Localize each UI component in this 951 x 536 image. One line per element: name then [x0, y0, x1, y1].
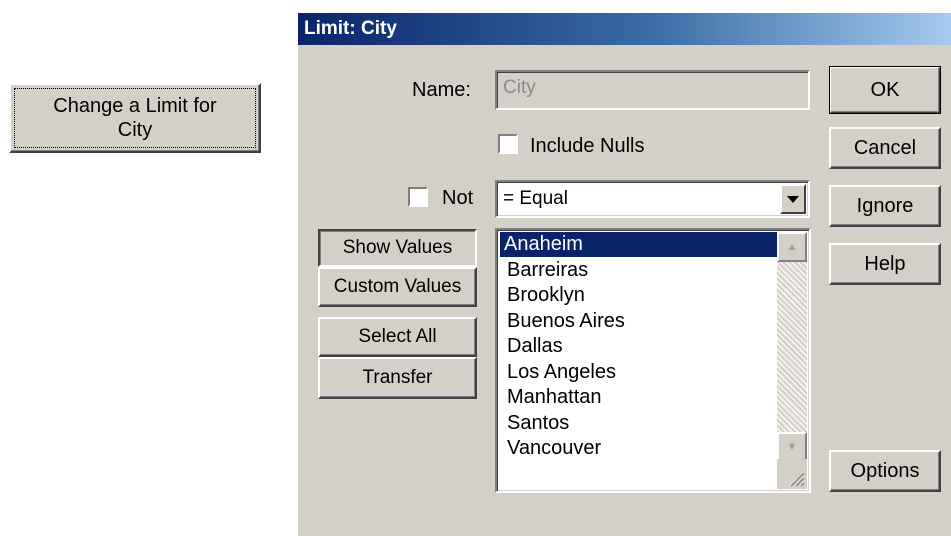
scroll-up-icon: ▲	[786, 241, 798, 253]
dropdown-arrow-icon	[787, 195, 799, 203]
operator-dropdown-button[interactable]	[780, 184, 806, 214]
limit-dialog: Limit: City Name: City Include Nulls Not…	[296, 11, 951, 536]
help-button[interactable]: Help	[829, 243, 941, 285]
custom-values-button[interactable]: Custom Values	[318, 267, 477, 307]
custom-values-label: Custom Values	[333, 276, 462, 297]
change-limit-button[interactable]: Change a Limit for City	[9, 83, 261, 153]
list-item[interactable]: Vancouver	[503, 436, 779, 461]
change-limit-label: Change a Limit for City	[53, 94, 216, 142]
list-item[interactable]: Manhattan	[503, 385, 779, 410]
transfer-button[interactable]: Transfer	[318, 357, 477, 399]
options-label: Options	[850, 459, 920, 482]
select-all-button[interactable]: Select All	[318, 317, 477, 357]
operator-value: = Equal	[503, 188, 568, 209]
not-checkbox[interactable]	[408, 187, 428, 207]
dialog-title: Limit: City	[304, 18, 397, 39]
ignore-label: Ignore	[856, 194, 914, 217]
name-field: City	[495, 70, 810, 110]
transfer-label: Transfer	[362, 367, 433, 388]
operator-select[interactable]: = Equal	[495, 180, 810, 218]
list-item[interactable]: Los Angeles	[503, 360, 779, 385]
list-item[interactable]: Santos	[503, 411, 779, 436]
help-label: Help	[864, 252, 906, 275]
ok-label: OK	[870, 78, 900, 101]
name-label: Name:	[412, 79, 471, 101]
name-field-value: City	[503, 77, 536, 98]
cancel-label: Cancel	[853, 136, 917, 159]
change-limit-label-line2: City	[117, 119, 153, 141]
show-values-label: Show Values	[342, 237, 453, 258]
dialog-title-bar[interactable]: Limit: City	[298, 13, 951, 45]
resize-grip[interactable]	[777, 459, 807, 489]
values-list[interactable]: Anaheim Barreiras Brooklyn Buenos Aires Dall…	[495, 228, 811, 493]
cancel-button[interactable]: Cancel	[829, 127, 941, 169]
include-nulls-checkbox[interactable]	[498, 134, 518, 154]
list-item[interactable]: Barreiras	[503, 258, 779, 283]
list-item[interactable]: Brooklyn	[503, 283, 779, 308]
ok-button[interactable]: OK	[829, 66, 941, 114]
scroll-down-button[interactable]: ▼	[777, 432, 807, 462]
scroll-up-button[interactable]: ▲	[777, 232, 807, 262]
options-button[interactable]: Options	[829, 450, 941, 492]
list-item[interactable]: Buenos Aires	[503, 309, 779, 334]
list-item[interactable]: Anaheim	[500, 232, 779, 257]
list-item[interactable]: Dallas	[503, 334, 779, 359]
change-limit-label-line1: Change a Limit for	[53, 95, 217, 117]
resize-grip-icon	[789, 471, 805, 487]
ignore-button[interactable]: Ignore	[829, 185, 941, 227]
select-all-label: Select All	[358, 326, 437, 347]
not-label: Not	[442, 187, 474, 209]
show-values-button[interactable]: Show Values	[318, 229, 477, 267]
scroll-down-icon: ▼	[786, 441, 798, 453]
values-scrollbar[interactable]: ▲ ▼	[777, 232, 807, 489]
include-nulls-label: Include Nulls	[530, 135, 645, 157]
